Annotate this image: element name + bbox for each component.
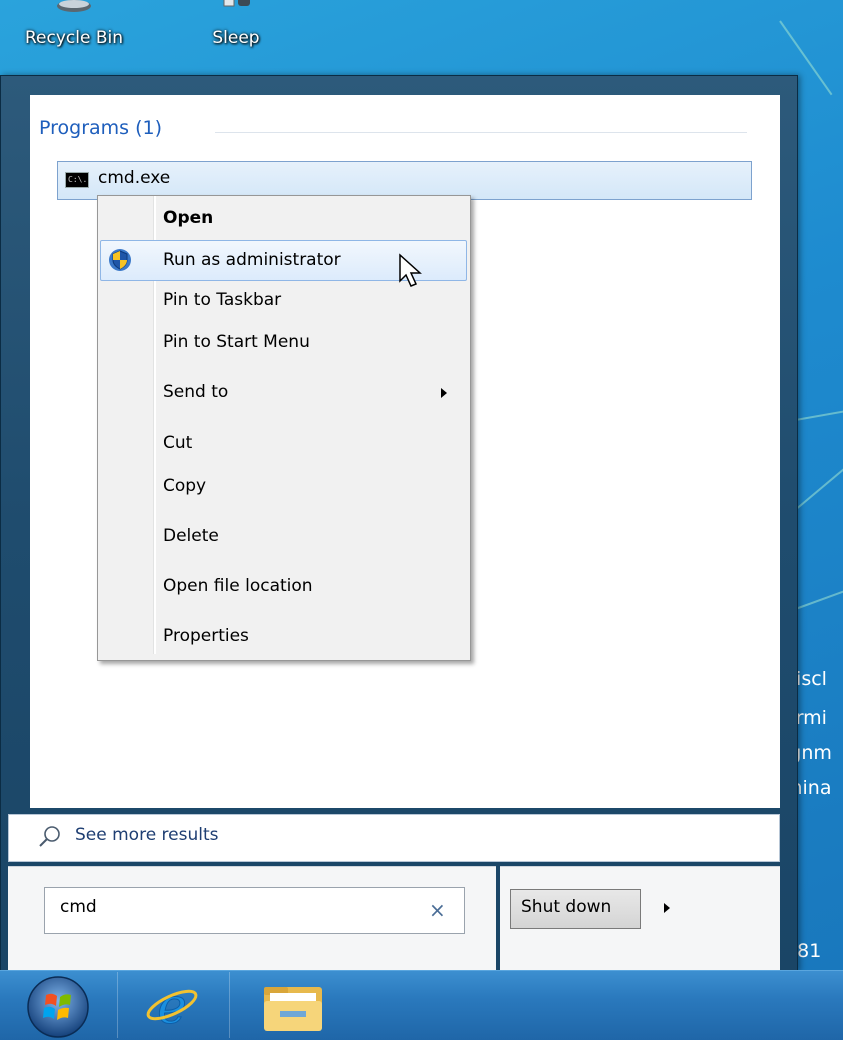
submenu-arrow-icon bbox=[441, 388, 447, 398]
search-input-value[interactable]: cmd bbox=[60, 897, 97, 917]
context-menu-properties[interactable]: Properties bbox=[163, 626, 249, 646]
context-menu-send-to[interactable]: Send to bbox=[163, 382, 228, 402]
shutdown-options-arrow-icon[interactable] bbox=[664, 903, 670, 913]
context-menu-delete[interactable]: Delete bbox=[163, 526, 219, 546]
shutdown-button-label[interactable]: Shut down bbox=[521, 897, 611, 917]
svg-text:e: e bbox=[157, 977, 187, 1033]
start-orb-icon[interactable] bbox=[22, 973, 94, 1039]
cmd-icon-text: C:\. bbox=[68, 175, 88, 184]
taskbar-separator bbox=[229, 972, 230, 1038]
context-menu-pin-to-start-menu[interactable]: Pin to Start Menu bbox=[163, 332, 310, 352]
context-menu-open[interactable]: Open bbox=[163, 208, 213, 228]
taskbar-separator bbox=[117, 972, 118, 1038]
clear-icon[interactable]: × bbox=[429, 898, 446, 922]
search-input[interactable] bbox=[44, 887, 465, 934]
search-icon bbox=[39, 826, 60, 847]
programs-header: Programs (1) bbox=[39, 117, 163, 139]
desktop-icon-sleep[interactable]: Sleep bbox=[196, 0, 276, 60]
programs-header-divider bbox=[215, 132, 747, 133]
cmd-icon: C:\. bbox=[65, 172, 89, 188]
taskbar bbox=[0, 970, 843, 1040]
desktop-icon-recycle-bin[interactable]: Recycle Bin bbox=[22, 0, 126, 60]
context-menu-copy[interactable]: Copy bbox=[163, 476, 206, 496]
context-menu-pin-to-taskbar[interactable]: Pin to Taskbar bbox=[163, 290, 281, 310]
see-more-results-label[interactable]: See more results bbox=[75, 825, 219, 845]
uac-shield-icon bbox=[109, 249, 131, 271]
internet-explorer-icon[interactable]: e bbox=[144, 977, 200, 1033]
desktop-icon-label: Sleep bbox=[212, 28, 260, 48]
mouse-cursor-icon bbox=[399, 253, 422, 287]
file-explorer-icon[interactable] bbox=[258, 979, 328, 1035]
context-menu-open-file-location[interactable]: Open file location bbox=[163, 576, 313, 596]
context-menu-cut[interactable]: Cut bbox=[163, 433, 192, 453]
result-item-label[interactable]: cmd.exe bbox=[98, 168, 170, 188]
desktop-icon-label: Recycle Bin bbox=[24, 28, 123, 48]
sleep-icon bbox=[223, 0, 250, 7]
recycle-bin-icon bbox=[57, 0, 91, 12]
context-menu-run-as-administrator[interactable]: Run as administrator bbox=[163, 250, 341, 270]
